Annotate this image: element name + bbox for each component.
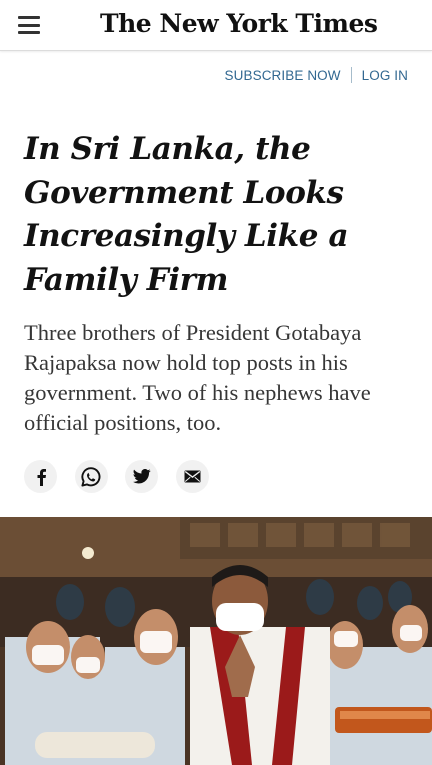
twitter-icon (132, 469, 151, 484)
share-tools (24, 460, 209, 493)
top-bar: The New York Times (0, 0, 432, 51)
divider (350, 67, 352, 83)
article-summary: Three brothers of President Gotabaya Raj… (24, 320, 371, 435)
whatsapp-icon (81, 466, 101, 487)
article-headline: In Sri Lanka, the Government Looks Incre… (24, 131, 349, 298)
article-lead-photo[interactable] (0, 517, 432, 765)
share-email-button[interactable] (175, 460, 209, 493)
share-twitter-button[interactable] (125, 460, 158, 493)
share-facebook-button[interactable] (24, 460, 57, 493)
facebook-icon (37, 468, 46, 486)
share-whatsapp-button[interactable] (74, 460, 108, 493)
account-links: SUBSCRIBE NOW LOG IN (225, 66, 408, 84)
hamburger-menu-icon[interactable] (18, 15, 40, 35)
subscribe-link[interactable]: SUBSCRIBE NOW (225, 68, 341, 83)
email-icon (184, 470, 200, 483)
nyt-logo[interactable]: The New York Times (100, 9, 378, 38)
login-link[interactable]: LOG IN (362, 68, 408, 83)
